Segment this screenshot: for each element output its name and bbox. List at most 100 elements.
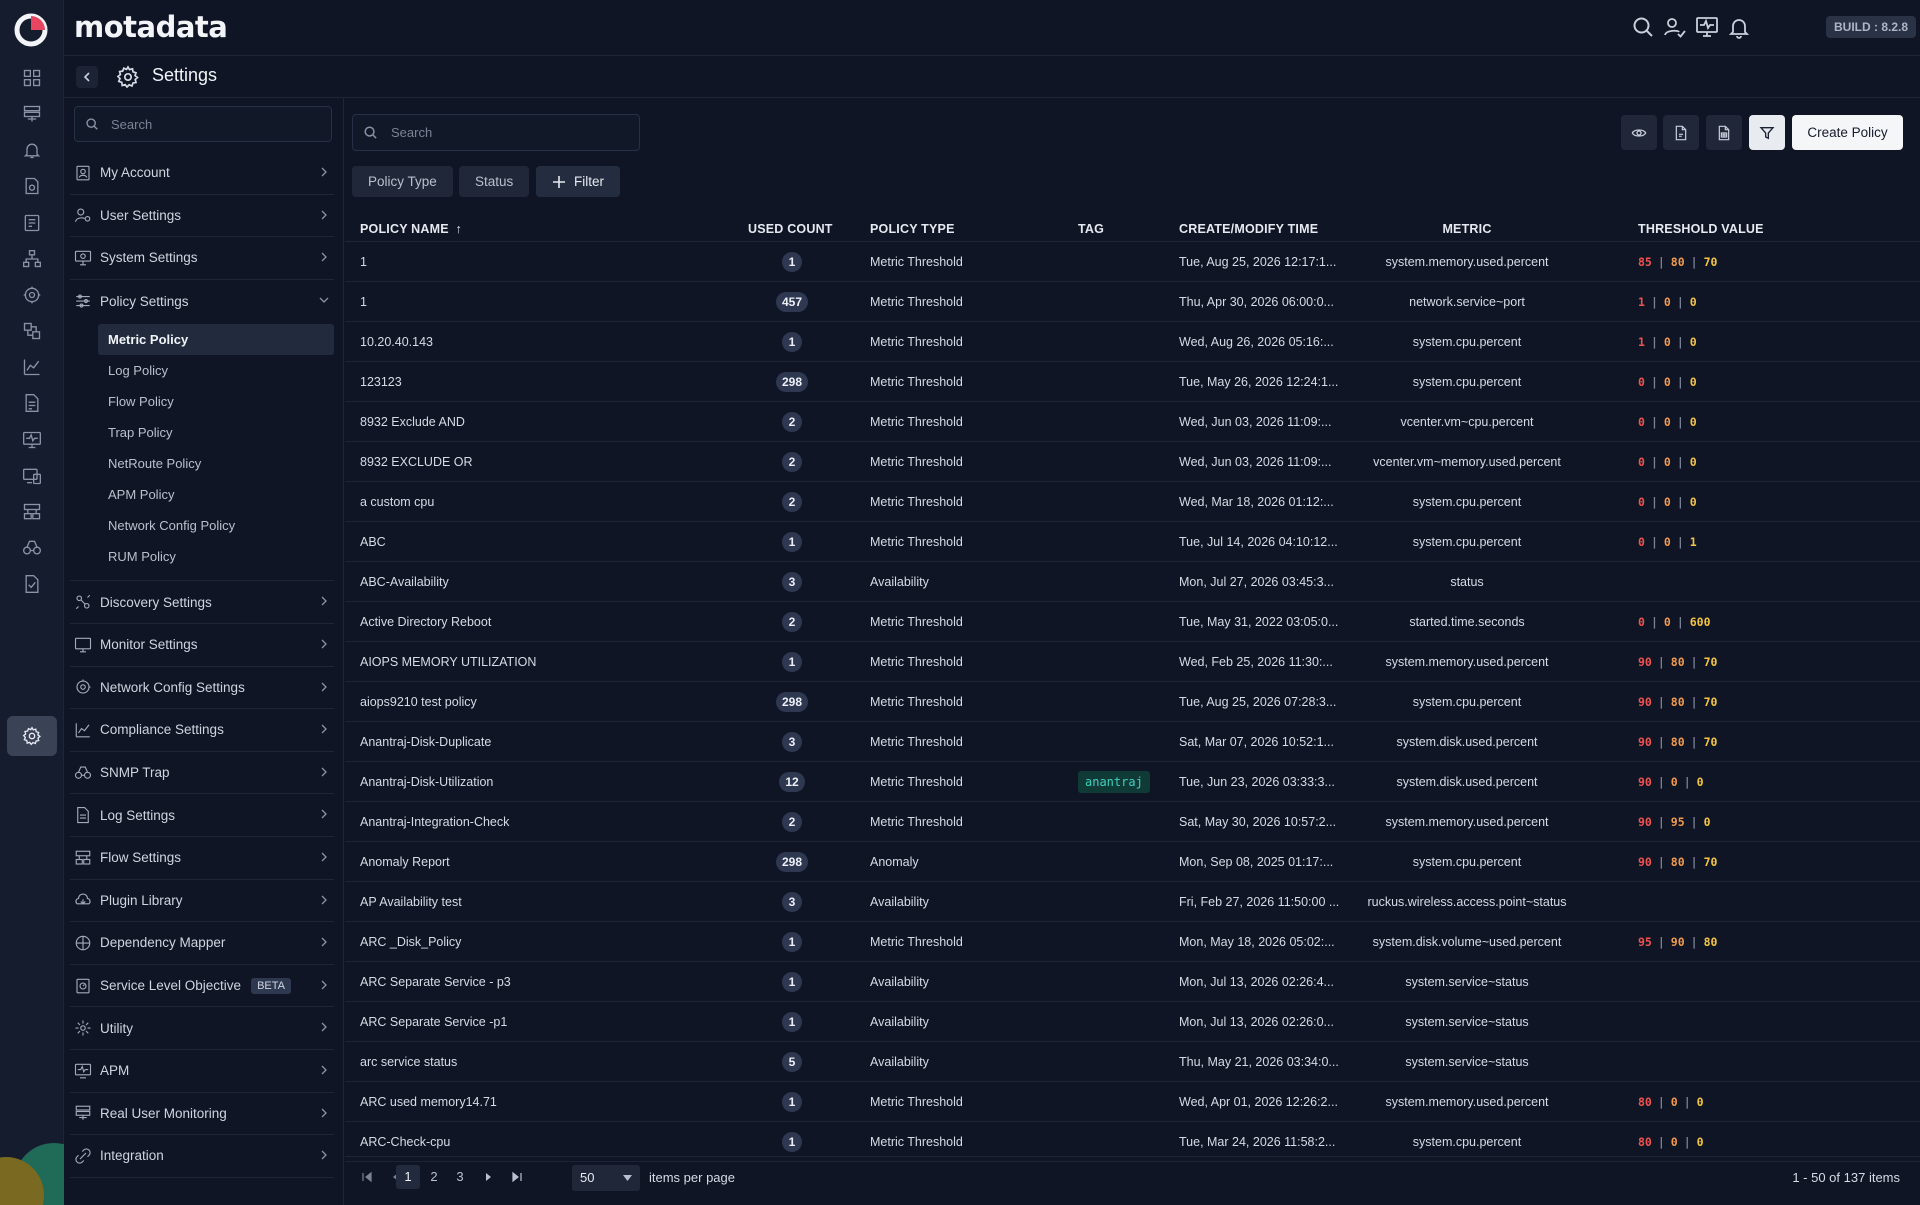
used-count-badge[interactable]: 3 [782, 572, 802, 592]
table-row[interactable]: arc service status 5 Availability Thu, May … [345, 1042, 1920, 1082]
used-count-badge[interactable]: 2 [782, 812, 802, 832]
table-row[interactable]: ARC Separate Service -p1 1 Availability Mon… [345, 1002, 1920, 1042]
used-count-badge[interactable]: 2 [782, 612, 802, 632]
used-count-badge[interactable]: 1 [782, 1132, 802, 1152]
policy-name-cell[interactable]: arc service status [360, 1042, 660, 1082]
policy-name-cell[interactable]: 10.20.40.143 [360, 322, 660, 362]
table-row[interactable]: 1 457 Metric Threshold Thu, Apr 30, 2026 06… [345, 282, 1920, 322]
sidebar-item-service-level-objective[interactable]: Service Level Objective BETA [70, 965, 334, 1008]
sidebar-item-real-user-monitoring[interactable]: Real User Monitoring [70, 1093, 334, 1136]
table-row[interactable]: aiops9210 test policy 298 Metric Threshold… [345, 682, 1920, 722]
sidebar-search[interactable] [74, 106, 332, 142]
rail-apm-button[interactable] [7, 311, 57, 351]
used-count-badge[interactable]: 298 [775, 692, 809, 712]
page-number-button[interactable]: 1 [396, 1165, 420, 1189]
used-count-badge[interactable]: 2 [782, 412, 802, 432]
rail-display-button[interactable] [7, 420, 57, 460]
policy-type-filter-chip[interactable]: Policy Type [352, 166, 453, 197]
policy-name-cell[interactable]: 8932 EXCLUDE OR [360, 442, 660, 482]
policy-name-cell[interactable]: ARC _Disk_Policy [360, 922, 660, 962]
rail-alerts-button[interactable] [7, 130, 57, 170]
column-header-policy-type[interactable]: POLICY TYPE [870, 222, 955, 236]
used-count-badge[interactable]: 1 [782, 932, 802, 952]
table-row[interactable]: 123123 298 Metric Threshold Tue, May 26, 20… [345, 362, 1920, 402]
sidebar-item-system-settings[interactable]: System Settings [70, 237, 334, 280]
sidebar-item-compliance-settings[interactable]: Compliance Settings [70, 709, 334, 752]
search-icon[interactable] [1631, 15, 1655, 39]
sidebar-item-snmp-trap[interactable]: SNMP Trap [70, 752, 334, 795]
export-pdf-button[interactable] [1663, 115, 1699, 150]
policy-name-cell[interactable]: AIOPS MEMORY UTILIZATION [360, 642, 660, 682]
export-csv-button[interactable] [1706, 115, 1742, 150]
sidebar-item-discovery-settings[interactable]: Discovery Settings [70, 581, 334, 624]
sidebar-item-plugin-library[interactable]: Plugin Library [70, 880, 334, 923]
policy-name-cell[interactable]: Active Directory Reboot [360, 602, 660, 642]
last-page-button[interactable] [505, 1165, 529, 1189]
policy-name-cell[interactable]: 1 [360, 242, 660, 282]
column-header-tag[interactable]: TAG [1078, 222, 1104, 236]
policy-name-cell[interactable]: aiops9210 test policy [360, 682, 660, 722]
table-row[interactable]: 8932 Exclude AND 2 Metric Threshold Wed, Ju… [345, 402, 1920, 442]
policy-search[interactable] [352, 114, 640, 151]
column-header-metric[interactable]: METRIC [1442, 222, 1491, 236]
rail-device-button[interactable] [7, 456, 57, 496]
rail-trap-button[interactable] [7, 528, 57, 568]
user-check-icon[interactable] [1663, 15, 1687, 39]
used-count-badge[interactable]: 5 [782, 1052, 802, 1072]
used-count-badge[interactable]: 1 [782, 1092, 802, 1112]
used-count-badge[interactable]: 298 [775, 372, 809, 392]
used-count-badge[interactable]: 1 [782, 652, 802, 672]
table-row[interactable]: Anantraj-Integration-Check 2 Metric Thresh… [345, 802, 1920, 842]
submenu-item-trap-policy[interactable]: Trap Policy [98, 417, 334, 448]
submenu-item-apm-policy[interactable]: APM Policy [98, 479, 334, 510]
table-row[interactable]: ARC Separate Service - p3 1 Availability Mo… [345, 962, 1920, 1002]
sidebar-item-network-config-settings[interactable]: Network Config Settings [70, 667, 334, 710]
sidebar-item-policy-settings[interactable]: Policy Settings [70, 280, 334, 323]
table-row[interactable]: AIOPS MEMORY UTILIZATION 1 Metric Threshol… [345, 642, 1920, 682]
sidebar-item-apm[interactable]: APM [70, 1050, 334, 1093]
used-count-badge[interactable]: 298 [775, 852, 809, 872]
sidebar-item-log-settings[interactable]: Log Settings [70, 794, 334, 837]
sidebar-item-utility[interactable]: Utility [70, 1007, 334, 1050]
rail-settings-button[interactable] [7, 716, 57, 756]
items-per-page-select[interactable]: 50 [572, 1165, 640, 1191]
rail-log-button[interactable] [7, 383, 57, 423]
table-row[interactable]: ABC-Availability 3 Availability Mon, Jul 27… [345, 562, 1920, 602]
add-filter-button[interactable]: Filter [536, 166, 620, 197]
policy-name-cell[interactable]: Anantraj-Integration-Check [360, 802, 660, 842]
policy-name-cell[interactable]: 123123 [360, 362, 660, 402]
table-row[interactable]: AP Availability test 3 Availability Fri, Fe… [345, 882, 1920, 922]
rail-inventory-button[interactable] [7, 94, 57, 134]
table-row[interactable]: Anantraj-Disk-Duplicate 3 Metric Threshold… [345, 722, 1920, 762]
submenu-item-log-policy[interactable]: Log Policy [98, 355, 334, 386]
table-row[interactable]: ARC _Disk_Policy 1 Metric Threshold Mon, Ma… [345, 922, 1920, 962]
page-number-button[interactable]: 2 [422, 1165, 446, 1189]
sidebar-item-user-settings[interactable]: User Settings [70, 195, 334, 238]
table-row[interactable]: a custom cpu 2 Metric Threshold Wed, Mar 18… [345, 482, 1920, 522]
monitor-health-icon[interactable] [1695, 15, 1719, 39]
used-count-badge[interactable]: 1 [782, 1012, 802, 1032]
table-row[interactable]: Anantraj-Disk-Utilization 12 Metric Thresh… [345, 762, 1920, 802]
submenu-item-rum-policy[interactable]: RUM Policy [98, 541, 334, 572]
column-header-threshold[interactable]: THRESHOLD VALUE [1638, 222, 1764, 236]
rail-monitor-button[interactable] [7, 275, 57, 315]
policy-name-cell[interactable]: ARC used memory14.71 [360, 1082, 660, 1122]
toggle-columns-button[interactable] [1621, 115, 1657, 150]
submenu-item-flow-policy[interactable]: Flow Policy [98, 386, 334, 417]
used-count-badge[interactable]: 2 [782, 492, 802, 512]
first-page-button[interactable] [355, 1165, 379, 1189]
used-count-badge[interactable]: 1 [782, 252, 802, 272]
back-button[interactable] [76, 66, 98, 88]
policy-name-cell[interactable]: 8932 Exclude AND [360, 402, 660, 442]
create-policy-button[interactable]: Create Policy [1792, 115, 1903, 150]
column-header-policy-name[interactable]: POLICY NAME ↑ [360, 222, 462, 236]
rail-dashboard-button[interactable] [7, 58, 57, 98]
sidebar-item-my-account[interactable]: My Account [70, 152, 334, 195]
used-count-badge[interactable]: 1 [782, 972, 802, 992]
next-page-button[interactable] [477, 1165, 501, 1189]
rail-reports-button[interactable] [7, 203, 57, 243]
sidebar-item-flow-settings[interactable]: Flow Settings [70, 837, 334, 880]
column-header-used-count[interactable]: USED COUNT [748, 222, 833, 236]
policy-name-cell[interactable]: ARC Separate Service - p3 [360, 962, 660, 1002]
table-row[interactable]: Anomaly Report 298 Anomaly Mon, Sep 08, 202… [345, 842, 1920, 882]
